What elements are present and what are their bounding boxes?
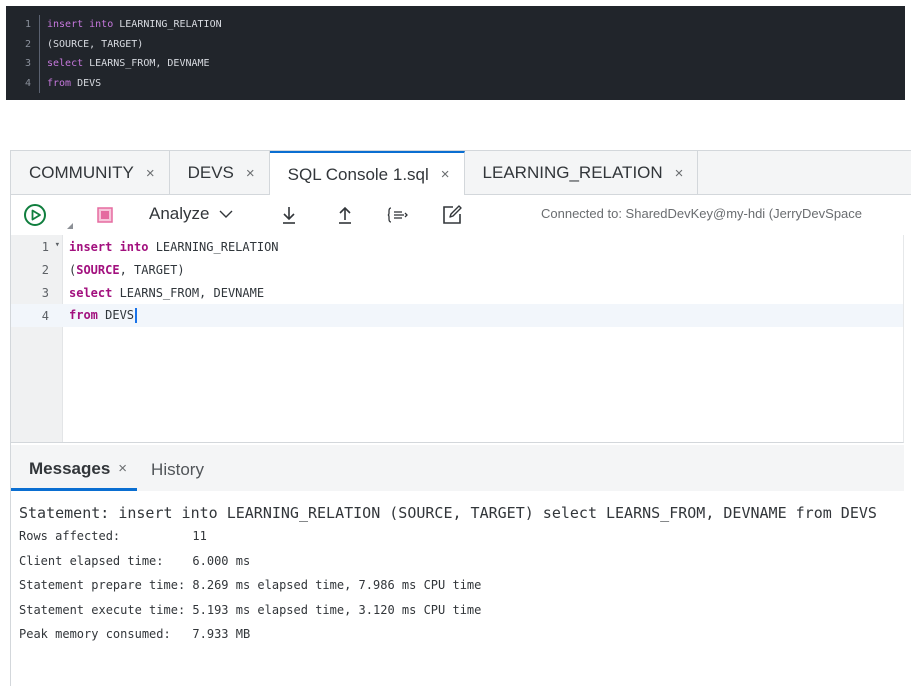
close-icon[interactable]: × [441,166,450,183]
sql-editor[interactable]: 1 ▾ insert into LEARNING_RELATION 2 (SOUR… [11,235,904,443]
editor-code: select LEARNS_FROM, DEVNAME [63,286,264,300]
snippet-line-number: 3 [6,54,40,74]
snippet-line: 4 from DEVS [6,73,905,93]
close-icon[interactable]: × [246,165,255,182]
text-cursor [135,308,138,323]
stat-client-elapsed: Client elapsed time: 6.000 ms [19,553,251,568]
sql-toolbar: Analyze Connected to: SharedDevKey@my-hd… [11,195,911,235]
edit-button[interactable] [441,204,463,226]
messages-output: Statement: insert into LEARNING_RELATION… [11,491,904,686]
download-icon [283,207,295,224]
tab-learning-relation[interactable]: LEARNING_RELATION × [465,151,699,195]
close-icon[interactable]: × [146,165,155,182]
tab-label: DEVS [187,163,234,182]
sql-keyword: from [69,308,98,322]
editor-line: 1 ▾ insert into LEARNING_RELATION [11,235,903,258]
snippet-keyword: insert into [47,19,114,31]
stat-rows-affected: Rows affected: 11 [19,529,207,543]
line-number: 1 ▾ [41,239,60,254]
line-number: 2 [41,262,49,277]
editor-line: 3 select LEARNS_FROM, DEVNAME [11,281,903,304]
snippet-keyword: from [47,77,72,89]
snippet-line-number: 4 [6,73,40,93]
tab-label: SQL Console 1.sql [287,164,429,184]
snippet-code: from DEVS [40,78,101,89]
run-button[interactable] [23,203,47,227]
line-number: 4 [41,308,49,323]
editor-code: from DEVS [63,308,138,323]
connection-status: Connected to: SharedDevKey@my-hdi (Jerry… [541,206,863,221]
snippet-line: 2 (SOURCE, TARGET) [6,34,905,54]
sql-text: DEVS [97,308,135,322]
snippet-code: select LEARNS_FROM, DEVNAME [40,58,210,69]
upload-icon [339,206,351,224]
sql-text: LEARNING_RELATION [148,239,279,254]
sql-console-panel: COMMUNITY × DEVS × SQL Console 1.sql × L… [10,150,911,686]
tab-label: Messages [29,458,111,478]
close-icon[interactable]: × [675,165,684,182]
snippet-line-number: 1 [6,15,40,35]
editor-code: insert into LEARNING_RELATION [63,240,279,254]
fold-arrow-icon[interactable]: ▾ [55,240,60,250]
sql-text: LEARNS_FROM, DEVNAME [112,285,265,300]
snippet-keyword: select [47,58,84,70]
snippet-code: (SOURCE, TARGET) [40,39,143,50]
snippet-text: LEARNS_FROM, DEVNAME [83,58,210,70]
snippet-text: (SOURCE, TARGET) [47,38,144,50]
tab-sql-console[interactable]: SQL Console 1.sql × [269,151,465,196]
results-tab-bar: Messages × History [11,445,904,491]
chevron-down-icon [219,210,233,218]
upload-button[interactable] [335,205,355,225]
tab-label: History [151,460,204,479]
sql-keyword: SOURCE [76,262,120,277]
editor-code: (SOURCE, TARGET) [69,262,185,277]
tab-messages[interactable]: Messages × [11,449,138,491]
code-snippet: 1 insert into LEARNING_RELATION 2 (SOURC… [6,6,905,100]
analyze-label: Analyze [149,204,210,223]
analyze-menu[interactable]: Analyze [149,204,233,224]
stop-button[interactable] [97,207,113,223]
tab-community[interactable]: COMMUNITY × [11,151,170,195]
snippet-line: 1 insert into LEARNING_RELATION [6,15,905,35]
edit-icon [443,205,462,224]
editor-line-current: 4 from DEVS [11,304,903,327]
format-code-icon [387,207,408,223]
line-number: 3 [41,285,49,300]
tab-label: COMMUNITY [29,163,134,182]
snippet-code: insert into LEARNING_RELATION [40,19,222,30]
close-icon[interactable]: × [118,460,127,477]
statement-text: Statement: insert into LEARNING_RELATION… [19,504,877,522]
stop-icon [97,207,113,223]
tab-devs[interactable]: DEVS × [170,151,270,195]
snippet-text: DEVS [71,77,102,89]
download-button[interactable] [279,205,299,225]
snippet-line: 3 select LEARNS_FROM, DEVNAME [6,54,905,74]
tab-label: LEARNING_RELATION [482,163,663,182]
editor-line: 2 (SOURCE, TARGET) [11,258,903,281]
sql-keyword: select [69,285,113,300]
stat-execute-time: Statement execute time: 5.193 ms elapsed… [19,602,482,617]
play-icon [24,204,46,226]
dropdown-corner-icon [67,223,73,229]
snippet-line-number: 2 [6,34,40,54]
format-button[interactable] [387,205,409,225]
tab-history[interactable]: History [137,449,214,491]
snippet-text: LEARNING_RELATION [113,19,222,31]
stat-peak-memory: Peak memory consumed: 7.933 MB [19,627,251,641]
editor-tab-bar: COMMUNITY × DEVS × SQL Console 1.sql × L… [11,151,911,196]
stat-prepare-time: Statement prepare time: 8.269 ms elapsed… [19,578,482,592]
sql-keyword: insert into [69,239,149,254]
